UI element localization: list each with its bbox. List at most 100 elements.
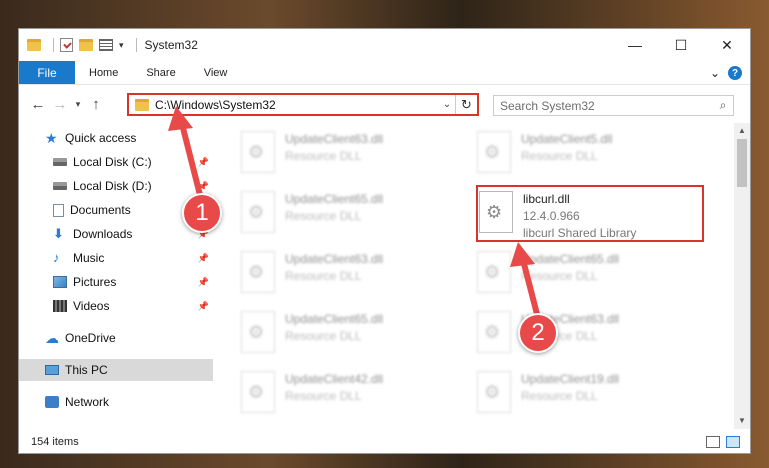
sidebar-item-label: Videos: [73, 299, 110, 313]
tab-view[interactable]: View: [190, 61, 242, 84]
address-row: ← → ▾ ↑ C:\Windows\System32 ⌄ ↻ Search S…: [19, 85, 750, 123]
item-count: 154 items: [31, 436, 79, 448]
address-bar[interactable]: C:\Windows\System32 ⌄ ↻: [127, 93, 479, 116]
back-arrow-icon[interactable]: ←: [27, 96, 49, 113]
pictures-icon: [53, 276, 67, 288]
sidebar-item-onedrive[interactable]: ☁ OneDrive: [19, 327, 213, 349]
large-icons-view-icon[interactable]: [726, 436, 740, 448]
sidebar-item-videos[interactable]: Videos 📌: [19, 295, 213, 317]
list-item[interactable]: UpdateClient19.dll Resource DLL: [459, 367, 659, 419]
search-placeholder[interactable]: Search System32: [500, 99, 713, 113]
address-path[interactable]: C:\Windows\System32: [155, 98, 439, 112]
navigation-pane: ★ Quick access Local Disk (C:) 📌 Local D…: [19, 123, 213, 429]
list-item[interactable]: UpdateClient42.dll Resource DLL: [223, 367, 423, 419]
forward-arrow-icon[interactable]: →: [49, 96, 71, 113]
dll-file-icon: [241, 371, 275, 413]
sidebar-item-label: Pictures: [73, 275, 117, 289]
status-bar: 154 items: [19, 431, 750, 453]
sidebar-item-label: Documents: [70, 203, 131, 217]
scroll-down-icon[interactable]: ▼: [734, 413, 750, 429]
properties-check-icon[interactable]: [60, 38, 73, 52]
pin-icon[interactable]: 📌: [198, 253, 209, 264]
file-type: Resource DLL: [285, 389, 362, 403]
title-separator-2: [135, 38, 137, 52]
list-item[interactable]: UpdateClient65.dll Resource DLL: [223, 187, 423, 239]
quick-toolbar-dropdown-icon[interactable]: ▾: [119, 40, 124, 51]
document-icon: [53, 203, 64, 217]
network-icon: [45, 396, 59, 408]
step-1-badge: 1: [182, 193, 222, 233]
sidebar-item-label: Music: [73, 251, 105, 265]
search-input[interactable]: Search System32 ⌕: [493, 95, 734, 116]
download-icon: ⬇: [53, 226, 64, 241]
tab-home[interactable]: Home: [75, 61, 132, 84]
sidebar-item-quick-access[interactable]: ★ Quick access: [19, 127, 213, 149]
file-name: UpdateClient63.dll: [285, 252, 384, 266]
close-button[interactable]: ✕: [704, 29, 750, 61]
address-folder-icon: [135, 98, 149, 111]
scroll-up-icon[interactable]: ▲: [734, 123, 750, 139]
sidebar-item-label: Network: [65, 395, 110, 409]
dll-file-icon: [477, 311, 511, 353]
maximize-button[interactable]: ☐: [658, 29, 704, 61]
file-name: UpdateClient63.dll: [285, 132, 384, 146]
recent-locations-chevron-icon[interactable]: ▾: [71, 99, 85, 110]
help-icon[interactable]: ?: [728, 66, 742, 80]
minimize-button[interactable]: —: [612, 29, 658, 61]
file-list: UpdateClient63.dll Resource DLL UpdateCli…: [223, 123, 735, 429]
content-area: ★ Quick access Local Disk (C:) 📌 Local D…: [19, 123, 750, 429]
up-arrow-icon[interactable]: ↑: [85, 96, 107, 113]
file-type: Resource DLL: [285, 269, 362, 283]
explorer-window: ▾ System32 — ☐ ✕ File Home Share View ⌄ …: [18, 28, 751, 454]
expand-ribbon-icon[interactable]: ⌄: [710, 66, 720, 80]
file-name: UpdateClient5.dll: [521, 132, 613, 146]
pin-icon[interactable]: 📌: [198, 157, 209, 168]
sidebar-item-network[interactable]: Network: [19, 391, 213, 413]
file-type: Resource DLL: [285, 149, 362, 163]
dll-file-icon: [477, 251, 511, 293]
drive-icon: [53, 182, 67, 190]
file-name: UpdateClient19.dll: [521, 372, 620, 386]
file-type: Resource DLL: [521, 149, 598, 163]
list-item[interactable]: UpdateClient63.dllResource DLL: [459, 307, 659, 359]
sidebar-item-this-pc[interactable]: This PC: [19, 359, 213, 381]
view-buttons: [706, 436, 740, 448]
list-item[interactable]: UpdateClient5.dll Resource DLL: [459, 127, 659, 179]
tab-file[interactable]: File: [19, 61, 75, 84]
address-dropdown-icon[interactable]: ⌄: [439, 99, 455, 110]
music-icon: ♪: [53, 250, 60, 265]
list-item[interactable]: UpdateClient63.dll Resource DLL: [223, 247, 423, 299]
list-item[interactable]: UpdateClient63.dll Resource DLL: [223, 127, 423, 179]
customize-icon[interactable]: [99, 39, 113, 51]
file-type: Resource DLL: [521, 389, 598, 403]
sidebar-item-pictures[interactable]: Pictures 📌: [19, 271, 213, 293]
details-view-icon[interactable]: [706, 436, 720, 448]
list-item[interactable]: UpdateClient65.dll Resource DLL: [459, 247, 659, 299]
file-type: Resource DLL: [285, 209, 362, 223]
highlight-box: [476, 185, 704, 242]
pin-icon[interactable]: 📌: [198, 301, 209, 312]
sidebar-item-downloads[interactable]: ⬇ Downloads 📌: [19, 223, 213, 245]
file-name: UpdateClient65.dll: [521, 252, 620, 266]
new-folder-icon[interactable]: [79, 39, 93, 51]
pin-icon[interactable]: 📌: [198, 181, 209, 192]
sidebar-item-music[interactable]: ♪ Music 📌: [19, 247, 213, 269]
scroll-thumb[interactable]: [737, 139, 747, 187]
file-type: Resource DLL: [521, 269, 598, 283]
search-icon[interactable]: ⌕: [713, 98, 733, 113]
dll-file-icon: [241, 191, 275, 233]
star-icon: ★: [45, 130, 58, 146]
tab-share[interactable]: Share: [132, 61, 189, 84]
sidebar-item-local-disk-d[interactable]: Local Disk (D:) 📌: [19, 175, 213, 197]
dll-file-icon: [241, 131, 275, 173]
refresh-icon[interactable]: ↻: [455, 95, 477, 114]
pin-icon[interactable]: 📌: [198, 277, 209, 288]
step-2-badge: 2: [518, 313, 558, 353]
window-controls: — ☐ ✕: [612, 29, 750, 61]
videos-icon: [53, 300, 67, 312]
list-item[interactable]: UpdateClient65.dll Resource DLL: [223, 307, 423, 359]
sidebar-item-local-disk-c[interactable]: Local Disk (C:) 📌: [19, 151, 213, 173]
vertical-scrollbar[interactable]: ▲ ▼: [734, 123, 750, 429]
title-bar: ▾ System32 — ☐ ✕: [19, 29, 750, 61]
sidebar-item-label: Local Disk (D:): [73, 179, 152, 193]
